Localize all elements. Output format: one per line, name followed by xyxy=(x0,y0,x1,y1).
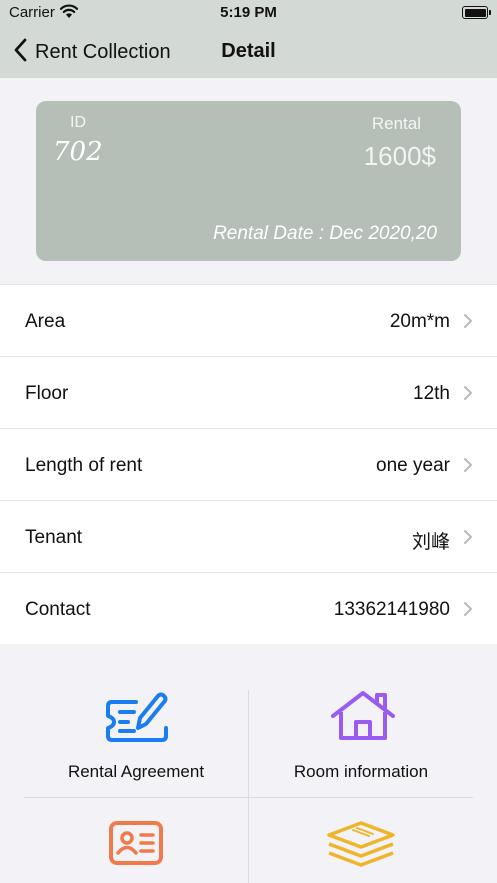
detail-row-floor[interactable]: Floor 12th xyxy=(0,357,497,429)
detail-row-area[interactable]: Area 20m*m xyxy=(0,285,497,357)
row-label: Floor xyxy=(25,383,69,404)
layers-icon xyxy=(325,820,397,873)
row-label: Length of rent xyxy=(25,455,143,476)
card-rental-label: Rental xyxy=(371,114,421,133)
action-grid: Rental Agreement Room information xyxy=(0,644,497,883)
card-id-label: ID xyxy=(70,114,86,131)
rental-card: ID 702 Rental 1600$ Rental Date : Dec 20… xyxy=(36,101,461,261)
rental-agreement-label: Rental Agreement xyxy=(67,762,205,781)
layers-button[interactable] xyxy=(249,798,473,883)
row-value: 刘峰 xyxy=(411,532,450,553)
agreement-icon xyxy=(104,690,168,747)
navigation-bar: Rent Collection Detail xyxy=(0,26,497,78)
card-rental-date: Rental Date : Dec 2020,20 xyxy=(213,223,437,244)
detail-row-contact[interactable]: Contact 13362141980 xyxy=(0,573,497,645)
row-value: 12th xyxy=(413,383,450,404)
row-value: one year xyxy=(376,455,450,476)
card-area: ID 702 Rental 1600$ Rental Date : Dec 20… xyxy=(0,78,497,284)
card-rental-value: 1600$ xyxy=(363,141,436,171)
tenant-id-button[interactable] xyxy=(24,798,248,883)
row-label: Contact xyxy=(25,599,91,620)
status-bar: Carrier 5:19 PM xyxy=(0,0,497,26)
room-information-label: Room information xyxy=(293,762,429,781)
detail-list: Area 20m*m Floor 12th Length of rent one… xyxy=(0,284,497,645)
page-title: Detail xyxy=(0,40,497,63)
battery-icon xyxy=(462,6,491,19)
card-id-value: 702 xyxy=(53,137,103,167)
row-label: Area xyxy=(25,311,66,332)
chevron-right-icon xyxy=(463,313,473,334)
rental-agreement-button[interactable]: Rental Agreement xyxy=(24,690,248,797)
chevron-right-icon xyxy=(463,601,473,622)
row-label: Tenant xyxy=(25,527,83,548)
chevron-right-icon xyxy=(463,385,473,406)
clock: 5:19 PM xyxy=(220,4,277,21)
house-icon xyxy=(329,690,397,747)
id-card-icon xyxy=(108,820,164,871)
chevron-right-icon xyxy=(463,529,473,550)
detail-row-length-of-rent[interactable]: Length of rent one year xyxy=(0,429,497,501)
row-value: 20m*m xyxy=(389,311,450,332)
page-title-text: Detail xyxy=(221,40,276,62)
detail-row-tenant[interactable]: Tenant 刘峰 xyxy=(0,501,497,573)
chevron-right-icon xyxy=(463,457,473,478)
row-value: 13362141980 xyxy=(333,599,450,620)
room-information-button[interactable]: Room information xyxy=(249,690,473,797)
